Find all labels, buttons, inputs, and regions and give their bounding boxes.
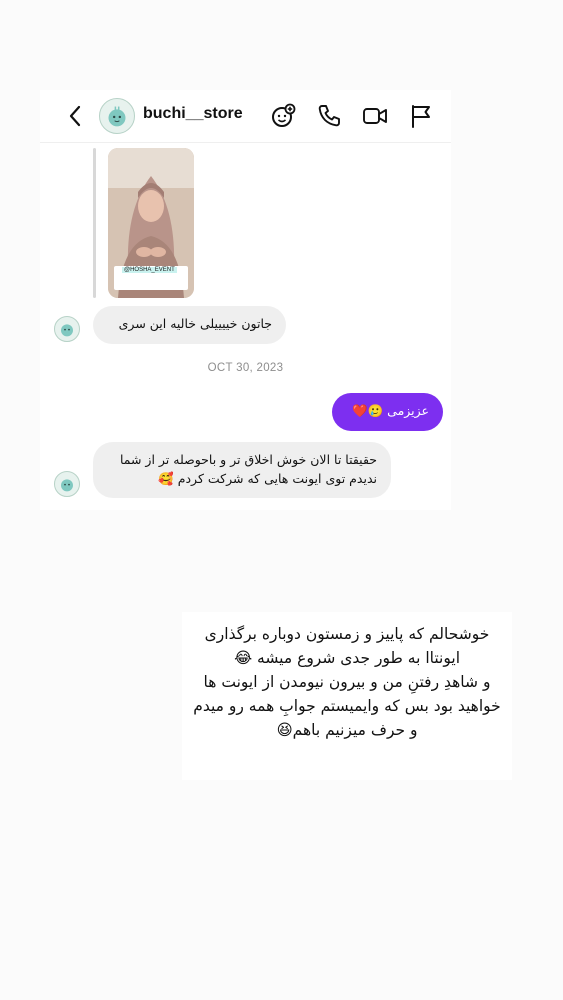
avatar[interactable]	[99, 98, 135, 134]
phone-icon[interactable]	[316, 103, 342, 129]
caption-paragraph: و شاهدِ رفتنِ من و بیرون نیومدن از ایونت…	[193, 673, 501, 739]
video-icon[interactable]	[362, 103, 388, 129]
outgoing-message[interactable]: عزیزمی 🥲❤️	[332, 393, 443, 431]
chat-username[interactable]: buchi__store	[143, 105, 243, 123]
shared-post-indicator	[93, 148, 96, 298]
story-caption: خوشحالم که پاییز و زمستون دوباره برگذاری…	[182, 612, 512, 780]
flag-icon[interactable]	[408, 103, 434, 129]
caption-paragraph: خوشحالم که پاییز و زمستون دوباره برگذاری…	[204, 625, 490, 667]
shared-post-thumbnail[interactable]: @HOSHA_EVENT	[108, 148, 194, 298]
shared-post-badge: @HOSHA_EVENT	[122, 267, 177, 273]
back-arrow-icon[interactable]	[66, 104, 84, 128]
chat-header: buchi__store	[40, 90, 451, 143]
dm-screenshot: buchi__store @HOSHA_EVENT جاتون خییییلی …	[40, 90, 451, 510]
avatar[interactable]	[54, 471, 80, 497]
incoming-message[interactable]: حقیقتا تا الان خوش اخلاق تر و باحوصله تر…	[93, 442, 391, 498]
incoming-message[interactable]: جاتون خییییلی خالیه این سری	[93, 306, 286, 344]
date-separator: OCT 30, 2023	[207, 362, 284, 374]
avatar[interactable]	[54, 316, 80, 342]
add-emoji-icon[interactable]	[270, 103, 296, 129]
